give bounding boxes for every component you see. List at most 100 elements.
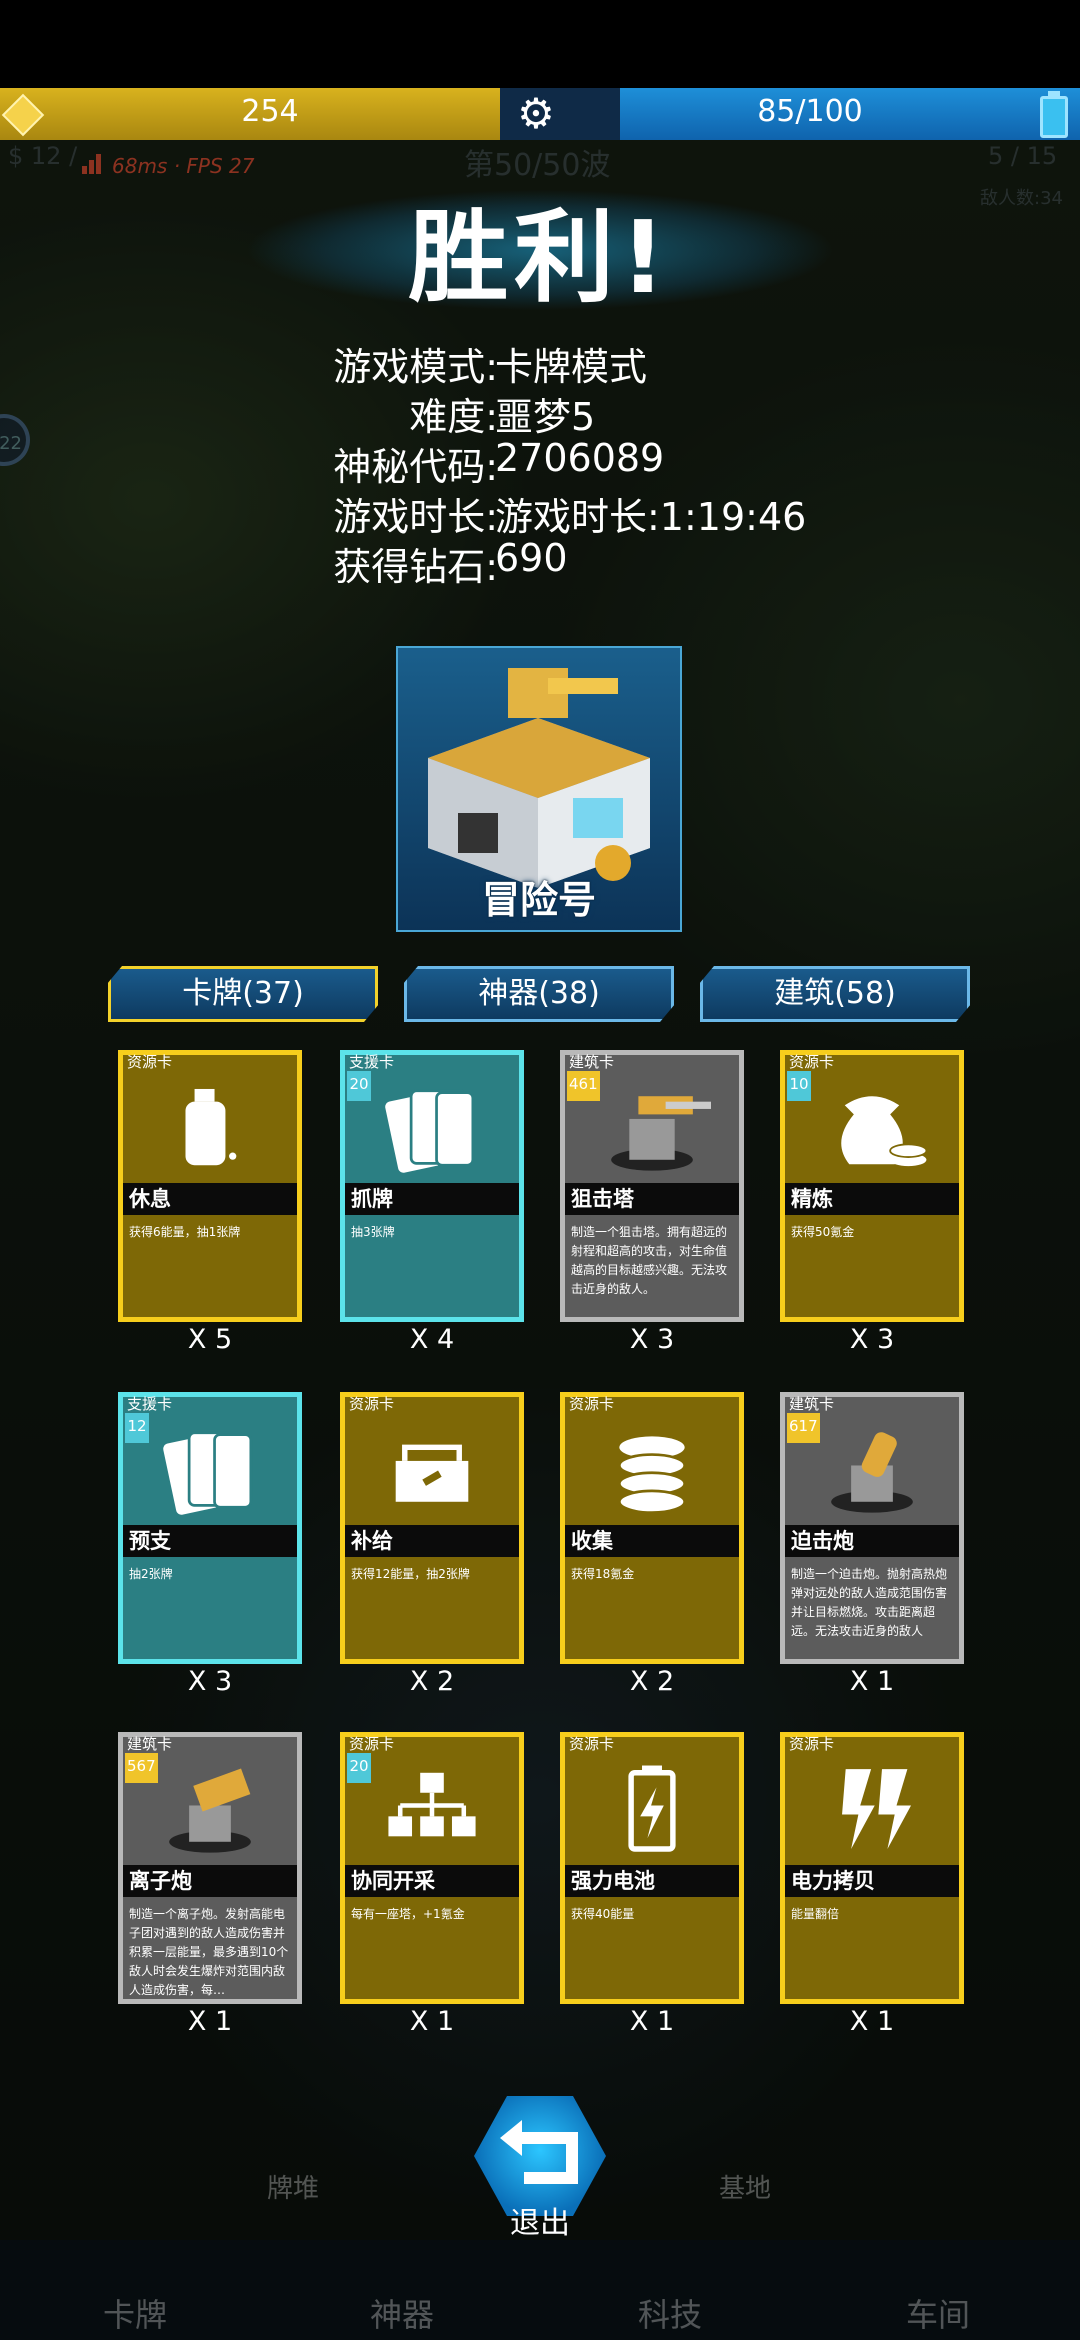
bottle-icon [185,1088,237,1166]
card-item[interactable]: 10 资源卡 精炼 获得50氪金 X 3 [780,1050,964,1355]
card-desc: 制造一个离子炮。发射高能电子团对遇到的敌人造成伤害并积累一层能量，最多遇到10个… [129,1907,289,1997]
energy-amount: 85/100 [757,94,863,129]
card-cost: 617 [787,1413,820,1443]
card-type: 资源卡 [569,1735,615,1753]
info-value: 卡牌模式 [495,345,648,389]
card-face: 20 资源卡 协同开采 每有一座塔，+1氪金 [340,1732,524,2004]
card-item[interactable]: 资源卡 强力电池 获得40能量 X 1 [560,1732,744,2037]
nav-workshop[interactable]: 车间 [838,2290,1038,2336]
card-face: 20 支援卡 抓牌 抽3张牌 [340,1050,524,1322]
card-item[interactable]: 567 建筑卡 离子炮 制造一个离子炮。发射高能电子团对遇到的敌人造成伤害并积累… [118,1732,302,2037]
card-desc: 抽2张牌 [129,1567,173,1581]
card-count: X 1 [187,2006,233,2037]
supply-box-icon [395,1444,469,1502]
card-face: 资源卡 补给 获得12能量，抽2张牌 [340,1392,524,1664]
nav-base[interactable]: 基地 [680,2168,810,2205]
info-key: 难度: [409,395,498,439]
gear-icon[interactable]: ⚙ [514,92,558,136]
battery-icon [628,1765,676,1852]
info-key: 获得钻石: [333,545,498,589]
card-desc: 每有一座塔，+1氪金 [351,1907,465,1921]
nav-cards[interactable]: 卡牌 [35,2290,235,2336]
tab-cards[interactable]: 卡牌(37) [108,966,378,1022]
card-desc: 获得18氪金 [571,1567,635,1581]
card-art [125,1411,295,1529]
card-cost: 20 [347,1071,371,1101]
gold-amount: 254 [241,94,299,129]
card-name: 预支 [123,1525,297,1557]
card-art [347,1069,517,1187]
card-cost: 461 [567,1071,600,1101]
hero-portrait: 冒险号 [396,646,682,932]
info-value: 游戏时长:1:19:46 [495,495,807,539]
card-name: 补给 [345,1525,519,1557]
card-count: X 3 [849,1324,895,1355]
card-count: X 4 [409,1324,455,1355]
card-name: 迫击炮 [785,1525,959,1557]
card-type: 建筑卡 [127,1735,173,1753]
card-name: 离子炮 [123,1865,297,1897]
nav-deck[interactable]: 牌堆 [228,2168,358,2205]
card-type: 资源卡 [569,1395,615,1413]
status-bar [0,0,1080,88]
card-count: X 5 [187,1324,233,1355]
card-count: X 3 [187,1666,233,1697]
card-name: 休息 [123,1183,297,1215]
tab-artifacts[interactable]: 神器(38) [404,966,674,1022]
card-name: 电力拷贝 [785,1865,959,1897]
card-type: 支援卡 [349,1053,395,1071]
card-art [787,1069,957,1187]
info-row-code: 神秘代码: 2706089 [0,436,1080,489]
card-type: 资源卡 [349,1735,395,1753]
card-type: 支援卡 [127,1395,173,1413]
money-bag-icon [841,1096,928,1167]
cards-icon [385,1089,475,1173]
card-name: 精炼 [785,1183,959,1215]
card-type: 资源卡 [127,1053,173,1071]
card-desc: 制造一个迫击炮。抛射高热炮弹对远处的敌人造成范围伤害并让目标燃烧。攻击距离超远。… [791,1567,948,1638]
card-desc: 抽3张牌 [351,1225,395,1239]
card-item[interactable]: 资源卡 补给 获得12能量，抽2张牌 X 2 [340,1392,524,1697]
info-value: 2706089 [495,436,665,480]
info-key: 神秘代码: [333,445,498,489]
card-face: 10 资源卡 精炼 获得50氪金 [780,1050,964,1322]
info-key: 游戏模式: [333,345,498,389]
card-desc: 能量翻倍 [791,1907,840,1921]
card-desc: 获得40能量 [571,1907,635,1921]
exit-button[interactable]: 退出 [460,2090,620,2241]
card-item[interactable]: 资源卡 休息 获得6能量，抽1张牌 X 5 [118,1050,302,1355]
card-item[interactable]: 617 建筑卡 迫击炮 制造一个迫击炮。抛射高热炮弹对远处的敌人造成范围伤害并让… [780,1392,964,1697]
card-art [125,1069,295,1187]
card-face: 资源卡 电力拷贝 能量翻倍 [780,1732,964,2004]
exit-label: 退出 [510,2206,570,2241]
info-value: 噩梦5 [495,395,596,439]
card-face: 617 建筑卡 迫击炮 制造一个迫击炮。抛射高热炮弹对远处的敌人造成范围伤害并让… [780,1392,964,1664]
card-item[interactable]: 461 建筑卡 狙击塔 制造一个狙击塔。拥有超远的射程和超高的攻击，对生命值越高… [560,1050,744,1355]
card-art [787,1751,957,1869]
card-desc: 获得6能量，抽1张牌 [129,1225,241,1239]
card-item[interactable]: 20 资源卡 协同开采 每有一座塔，+1氪金 X 1 [340,1732,524,2037]
card-desc: 制造一个狙击塔。拥有超远的射程和超高的攻击，对生命值越高的目标越感兴趣。无法攻击… [571,1225,728,1296]
card-item[interactable]: 20 支援卡 抓牌 抽3张牌 X 4 [340,1050,524,1355]
card-count: X 2 [409,1666,455,1697]
card-name: 抓牌 [345,1183,519,1215]
card-name: 狙击塔 [565,1183,739,1215]
tab-buildings[interactable]: 建筑(58) [700,966,970,1022]
card-cost: 567 [125,1753,158,1783]
lightning-icon [842,1769,912,1850]
card-desc: 获得50氪金 [791,1225,855,1239]
card-item[interactable]: 资源卡 收集 获得18氪金 X 2 [560,1392,744,1697]
card-cost: 12 [125,1413,149,1443]
card-item[interactable]: 12 支援卡 预支 抽2张牌 X 3 [118,1392,302,1697]
nav-artifacts[interactable]: 神器 [302,2290,502,2336]
card-item[interactable]: 资源卡 电力拷贝 能量翻倍 X 1 [780,1732,964,2037]
card-cost: 10 [787,1071,811,1101]
nav-tech[interactable]: 科技 [570,2290,770,2336]
card-count: X 3 [629,1324,675,1355]
card-cost: 20 [347,1753,371,1783]
card-face: 567 建筑卡 离子炮 制造一个离子炮。发射高能电子团对遇到的敌人造成伤害并积累… [118,1732,302,2004]
hierarchy-icon [388,1772,476,1837]
card-face: 461 建筑卡 狙击塔 制造一个狙击塔。拥有超远的射程和超高的攻击，对生命值越高… [560,1050,744,1322]
info-row-mode: 游戏模式: 卡牌模式 [0,336,1080,389]
gold-bar: 254 [0,88,540,140]
